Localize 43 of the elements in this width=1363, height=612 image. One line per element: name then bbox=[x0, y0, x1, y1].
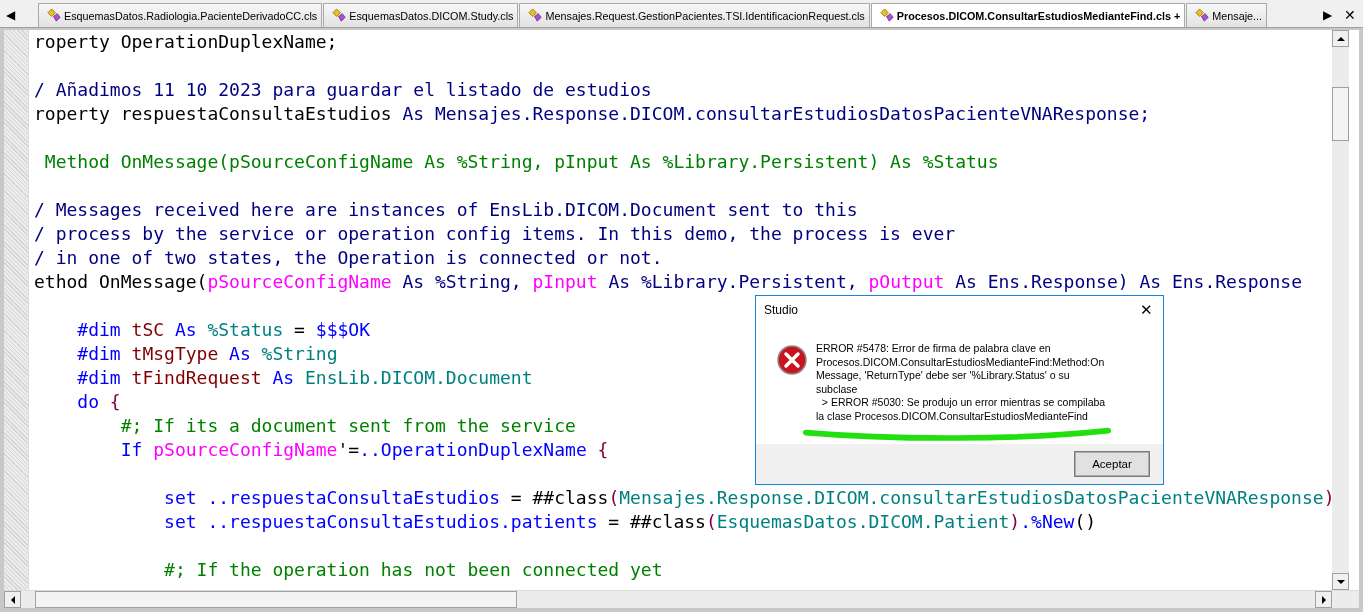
code-line: #dim tSC As %Status = $$$OK bbox=[76, 318, 370, 342]
code-line: Method OnMessage(pSourceConfigName As %String, pInput As %Library.Persistent) As %Status bbox=[43, 150, 999, 174]
scroll-right-icon[interactable] bbox=[1315, 591, 1332, 608]
class-file-icon bbox=[527, 8, 543, 23]
scroll-down-icon[interactable] bbox=[1332, 573, 1349, 590]
code-line: set ..respuestaConsultaEstudios = ##class(Mensajes.Response.DICOM.consultarEstudiosDatosPacienteVNAResponse) bbox=[163, 486, 1332, 510]
horizontal-scrollbar[interactable] bbox=[4, 590, 1359, 608]
file-tab[interactable]: EsquemasDatos.Radiologia.PacienteDerivadoCC.cls bbox=[38, 3, 323, 27]
code-line: roperty OperationDuplexName; bbox=[34, 30, 338, 54]
scroll-up-icon[interactable] bbox=[1332, 30, 1349, 47]
code-line: #dim tFindRequest As EnsLib.DICOM.Document bbox=[76, 366, 533, 390]
code-line: / Añadimos 11 10 2023 para guardar el listado de estudios bbox=[34, 78, 652, 102]
code-line: If pSourceConfigName'=..OperationDuplexName { bbox=[119, 438, 609, 462]
code-line: #dim tMsgType As %String bbox=[76, 342, 338, 366]
close-button[interactable]: ✕ bbox=[1129, 296, 1163, 325]
class-file-icon bbox=[46, 8, 61, 23]
code-line: ethod OnMessage(pSourceConfigName As %String, pInput As %Library.Persistent, pOutput As Ens.Response) As Ens.Response bbox=[34, 270, 1302, 294]
class-file-icon bbox=[331, 8, 347, 23]
error-icon bbox=[776, 344, 808, 377]
scroll-thumb[interactable] bbox=[1332, 87, 1349, 141]
file-tab[interactable]: Mensajes.Request.GestionPacientes.TSI.IdentificacionRequest.cls bbox=[519, 3, 870, 27]
class-file-icon bbox=[1194, 8, 1210, 23]
error-message: ERROR #5478: Error de firma de palabra clave en Procesos.DICOM.ConsultarEstudiosMedianteFind:Method:On Message, 'ReturnType' debe ser '%Library.Status' o su subclase > ERROR #5030: Se produjo un error mientras se compilaba la clase Procesos.DICOM.ConsultarEstudiosMedianteFind bbox=[816, 342, 1106, 424]
vertical-scrollbar[interactable] bbox=[1332, 30, 1349, 590]
file-tab[interactable]: EsquemasDatos.DICOM.Study.cls bbox=[323, 3, 519, 27]
file-tab[interactable]: Procesos.DICOM.ConsultarEstudiosMedianteFind.cls + bbox=[870, 3, 1186, 27]
class-file-icon bbox=[878, 8, 894, 23]
code-line: #; If its a document sent from the service bbox=[119, 414, 576, 438]
code-line: #; If the operation has not been connected yet bbox=[163, 558, 663, 582]
code-line: / in one of two states, the Operation is connected or not. bbox=[34, 246, 663, 270]
code-line: roperty respuestaConsultaEstudios As Mensajes.Response.DICOM.consultarEstudiosDatosPacienteVNAResponse; bbox=[34, 102, 1151, 126]
code-line: set ..respuestaConsultaEstudios.patients = ##class(EsquemasDatos.DICOM.Patient).%New() bbox=[163, 510, 1097, 534]
code-line: / Messages received here are instances of EnsLib.DICOM.Document sent to this bbox=[34, 198, 858, 222]
file-tab[interactable]: Mensaje... bbox=[1186, 3, 1268, 27]
code-line: / process by the service or operation config items. In this demo, the process is ever bbox=[34, 222, 956, 246]
code-line: do { bbox=[76, 390, 121, 414]
scroll-thumb[interactable] bbox=[35, 591, 517, 608]
dialog-title: Studio bbox=[764, 303, 799, 318]
accept-button[interactable]: Aceptar bbox=[1075, 452, 1149, 477]
scroll-right-button[interactable]: ▶ bbox=[1317, 3, 1337, 27]
close-button[interactable]: ✕ bbox=[1337, 3, 1363, 27]
scroll-left-button[interactable]: ◀ bbox=[0, 3, 20, 27]
scroll-left-icon[interactable] bbox=[4, 591, 21, 608]
